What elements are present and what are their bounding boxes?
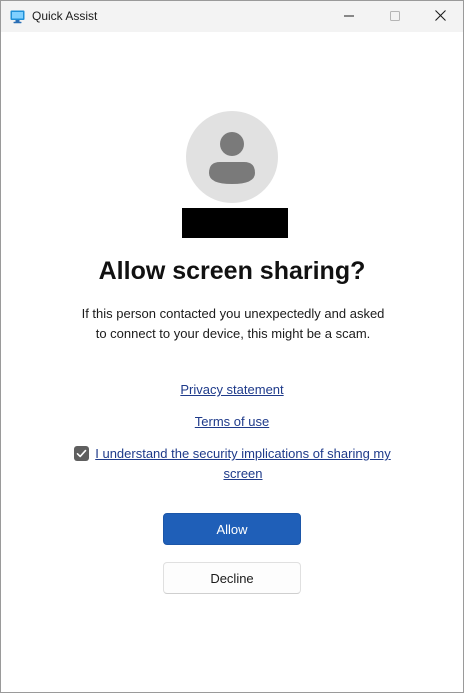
scam-warning-text: If this person contacted you unexpectedl…: [81, 306, 385, 341]
title-bar[interactable]: Quick Assist: [1, 1, 463, 32]
person-icon: [209, 132, 255, 184]
prompt-heading: Allow screen sharing?: [98, 257, 366, 285]
minimize-button[interactable]: [326, 1, 372, 32]
terms-of-use-link[interactable]: Terms of use: [195, 414, 269, 429]
privacy-statement-link[interactable]: Privacy statement: [180, 382, 283, 397]
privacy-statement-row: Privacy statement: [1, 381, 463, 399]
quick-assist-window: Quick Assist Allow screen sharing? If th…: [0, 0, 464, 693]
avatar: [186, 111, 278, 203]
redacted-name: [182, 208, 288, 238]
maximize-icon: [390, 8, 400, 26]
close-button[interactable]: [417, 1, 463, 32]
consent-label-link[interactable]: I understand the security implications o…: [93, 444, 393, 484]
sharing-prompt: Allow screen sharing? If this person con…: [1, 32, 463, 692]
minimize-icon: [344, 8, 354, 26]
quick-assist-monitor-icon: [10, 9, 25, 24]
maximize-button[interactable]: [372, 1, 418, 32]
checkmark-icon: [76, 449, 87, 458]
terms-of-use-row: Terms of use: [1, 413, 463, 431]
window-title: Quick Assist: [32, 9, 98, 23]
consent-checkbox[interactable]: [74, 446, 89, 461]
allow-button[interactable]: Allow: [163, 513, 301, 545]
close-icon: [434, 8, 446, 26]
decline-button[interactable]: Decline: [163, 562, 301, 594]
